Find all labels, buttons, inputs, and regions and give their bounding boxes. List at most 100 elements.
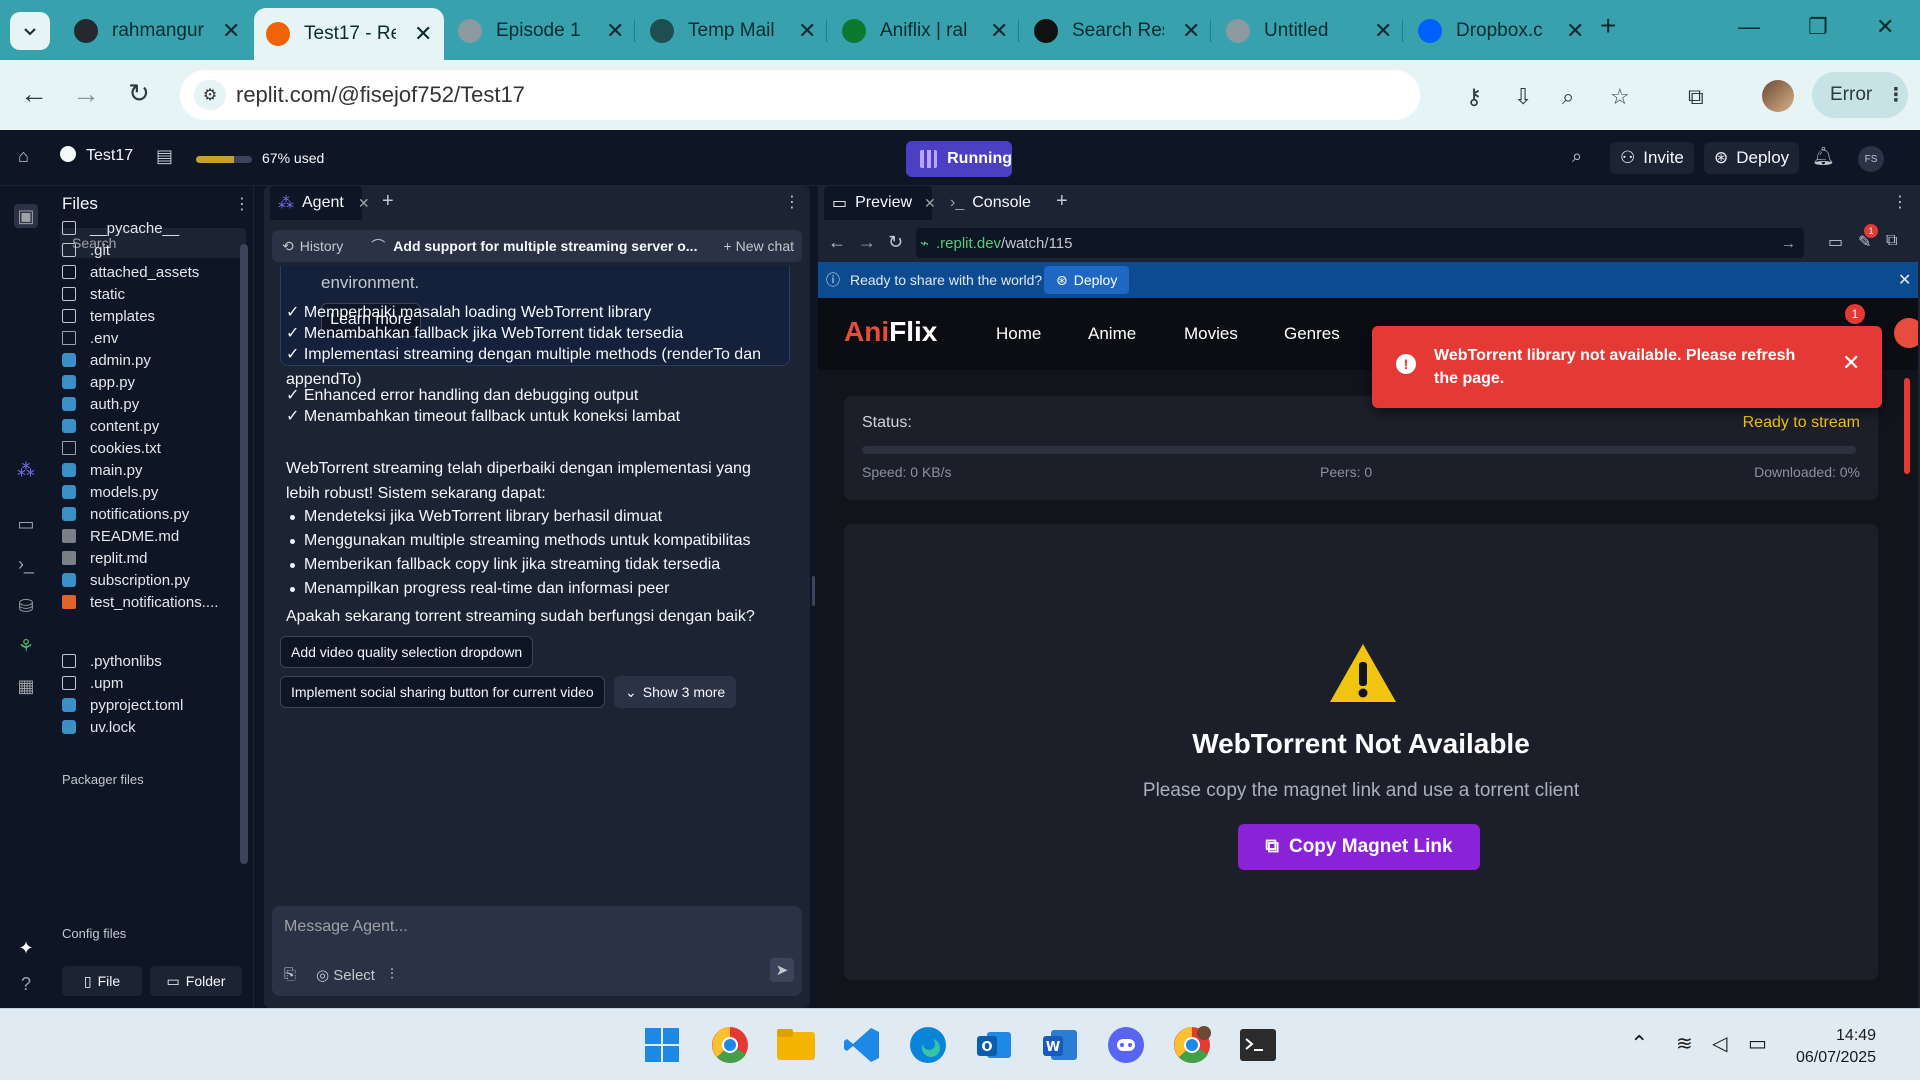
nav-genres[interactable]: Genres [1284, 324, 1340, 344]
send-icon[interactable]: ➤ [770, 958, 794, 982]
aniflix-logo[interactable]: AniFlix [844, 316, 937, 348]
close-window-button[interactable]: ✕ [1876, 14, 1894, 40]
wifi-icon[interactable]: ≋ [1676, 1031, 1693, 1056]
file-explorer-taskbar-button[interactable] [774, 1023, 818, 1067]
select-button[interactable]: ◎ Select [316, 966, 375, 984]
edge-taskbar-button[interactable] [906, 1023, 950, 1067]
new-file-button[interactable]: ▯ File [62, 966, 142, 996]
browser-tab[interactable]: Dropbox.c ✕ [1406, 10, 1596, 52]
close-tab-icon[interactable]: ✕ [798, 18, 816, 44]
start-button[interactable] [640, 1023, 684, 1067]
chevron-up-icon[interactable]: ⌃ [1630, 1031, 1648, 1057]
add-tab-icon[interactable]: + [382, 190, 394, 213]
browser-tab[interactable]: Aniflix | ral ✕ [830, 10, 1020, 52]
tab-preview[interactable]: ▭ Preview ✕ [824, 186, 936, 220]
files-menu-icon[interactable]: ⋮ [234, 194, 250, 214]
folder-item[interactable]: templates [62, 304, 240, 328]
word-taskbar-button[interactable]: W [1038, 1023, 1082, 1067]
folder-item[interactable]: .pythonlibs [62, 649, 240, 673]
file-item[interactable]: app.py [62, 370, 240, 394]
history-button[interactable]: History [300, 238, 344, 254]
bell-icon[interactable]: 🔔︎ [1812, 146, 1835, 167]
usage-icon[interactable]: ▤ [156, 146, 173, 167]
reload-button[interactable]: ↻ [128, 78, 150, 109]
add-tab-icon[interactable]: + [1056, 190, 1068, 213]
pane-resize-handle[interactable] [812, 576, 815, 606]
restore-button[interactable]: ❐ [1808, 14, 1828, 40]
user-avatar[interactable]: FS [1858, 146, 1884, 172]
forward-button[interactable]: → [72, 78, 100, 110]
folder-item[interactable]: .git [62, 238, 240, 262]
terminal-taskbar-button[interactable] [1236, 1023, 1280, 1067]
bookmark-star-icon[interactable]: ☆ [1610, 84, 1630, 110]
browser-tab[interactable]: Episode 1 ✕ [446, 10, 636, 52]
preview-back-button[interactable]: ← [828, 232, 846, 253]
site-info-icon[interactable]: ⚙ [194, 80, 226, 110]
new-chat-button[interactable]: New chat [736, 238, 794, 254]
suggestion-chip[interactable]: Implement social sharing button for curr… [280, 676, 605, 708]
file-item[interactable]: main.py [62, 458, 240, 482]
profile-avatar[interactable] [1762, 80, 1794, 112]
file-item[interactable]: auth.py [62, 392, 240, 416]
close-banner-icon[interactable]: ✕ [1898, 270, 1911, 290]
file-item[interactable]: test_notifications.... [62, 590, 240, 614]
show-more-button[interactable]: ⌄ Show 3 more [614, 676, 737, 708]
close-tab-icon[interactable]: ✕ [990, 18, 1008, 44]
all-tools-icon[interactable]: ▦ [14, 674, 38, 698]
folder-item[interactable]: .upm [62, 671, 240, 695]
run-status-button[interactable]: Running [906, 141, 1012, 177]
help-icon[interactable]: ? [14, 972, 38, 996]
file-item[interactable]: README.md [62, 524, 240, 548]
tab-search-dropdown[interactable] [10, 12, 50, 50]
file-item[interactable]: uv.lock [62, 715, 240, 739]
folder-item[interactable]: __pycache__ [62, 216, 240, 240]
system-clock[interactable]: 14:49 06/07/2025 [1796, 1025, 1876, 1069]
preview-reload-button[interactable]: ↻ [888, 232, 903, 253]
home-icon[interactable]: ⌂ [18, 146, 29, 167]
browser-tab[interactable]: Search Res ✕ [1022, 10, 1212, 52]
site-scrollbar[interactable] [1904, 378, 1910, 474]
close-icon[interactable]: ✕ [358, 195, 370, 212]
vscode-taskbar-button[interactable] [840, 1023, 884, 1067]
nav-movies[interactable]: Movies [1184, 324, 1238, 344]
search-icon[interactable]: ⌕ [1572, 146, 1582, 167]
agent-tool-icon[interactable]: ⁂ [14, 458, 38, 482]
chrome-taskbar-button[interactable] [708, 1023, 752, 1067]
files-tool-icon[interactable]: ▣ [14, 204, 38, 228]
zoom-icon[interactable]: ⌕ [1562, 84, 1574, 110]
folder-item[interactable]: static [62, 282, 240, 306]
devices-icon[interactable]: ▭ [1828, 232, 1843, 252]
sparkle-icon[interactable]: ✦ [14, 936, 38, 960]
file-item[interactable]: admin.py [62, 348, 240, 372]
go-arrow-icon[interactable]: → [1781, 235, 1796, 252]
password-key-icon[interactable]: ⚷ [1466, 84, 1482, 110]
invite-button[interactable]: ⚇ Invite [1610, 142, 1694, 174]
preview-tool-icon[interactable]: ▭ [14, 512, 38, 536]
browser-tab[interactable]: Test17 - Re ✕ [254, 8, 445, 60]
new-folder-button[interactable]: ▭ Folder [150, 966, 242, 996]
user-menu-avatar[interactable] [1894, 318, 1918, 348]
close-tab-icon[interactable]: ✕ [1374, 18, 1392, 44]
nav-anime[interactable]: Anime [1088, 324, 1136, 344]
copy-magnet-link-button[interactable]: ⧉ Copy Magnet Link [1238, 824, 1480, 870]
close-tab-icon[interactable]: ✕ [606, 18, 624, 44]
battery-icon[interactable]: ▭ [1748, 1031, 1767, 1056]
file-item[interactable]: notifications.py [62, 502, 240, 526]
pane-menu-icon[interactable]: ⋮ [784, 192, 800, 212]
message-agent-input[interactable]: Message Agent... ⎘ ◎ Select ⫶ ➤ [272, 906, 802, 996]
close-icon[interactable]: ✕ [924, 195, 936, 212]
tab-agent[interactable]: ⁂ Agent ✕ [270, 186, 370, 220]
pane-menu-icon[interactable]: ⋮ [1892, 192, 1908, 212]
close-tab-icon[interactable]: ✕ [414, 21, 432, 47]
browser-tab[interactable]: rahmangur ✕ [62, 10, 252, 52]
browser-tab[interactable]: Untitled ✕ [1214, 10, 1404, 52]
file-item[interactable]: cookies.txt [62, 436, 240, 460]
profile-error-button[interactable]: Error ⋮ [1812, 72, 1908, 118]
files-scrollbar[interactable] [240, 244, 248, 864]
file-item[interactable]: replit.md [62, 546, 240, 570]
secrets-tool-icon[interactable]: ⚘ [14, 634, 38, 658]
minimize-button[interactable]: — [1738, 14, 1760, 40]
tab-console[interactable]: ›_ Console [942, 186, 1050, 220]
database-tool-icon[interactable]: ⛁ [14, 594, 38, 618]
file-item[interactable]: models.py [62, 480, 240, 504]
